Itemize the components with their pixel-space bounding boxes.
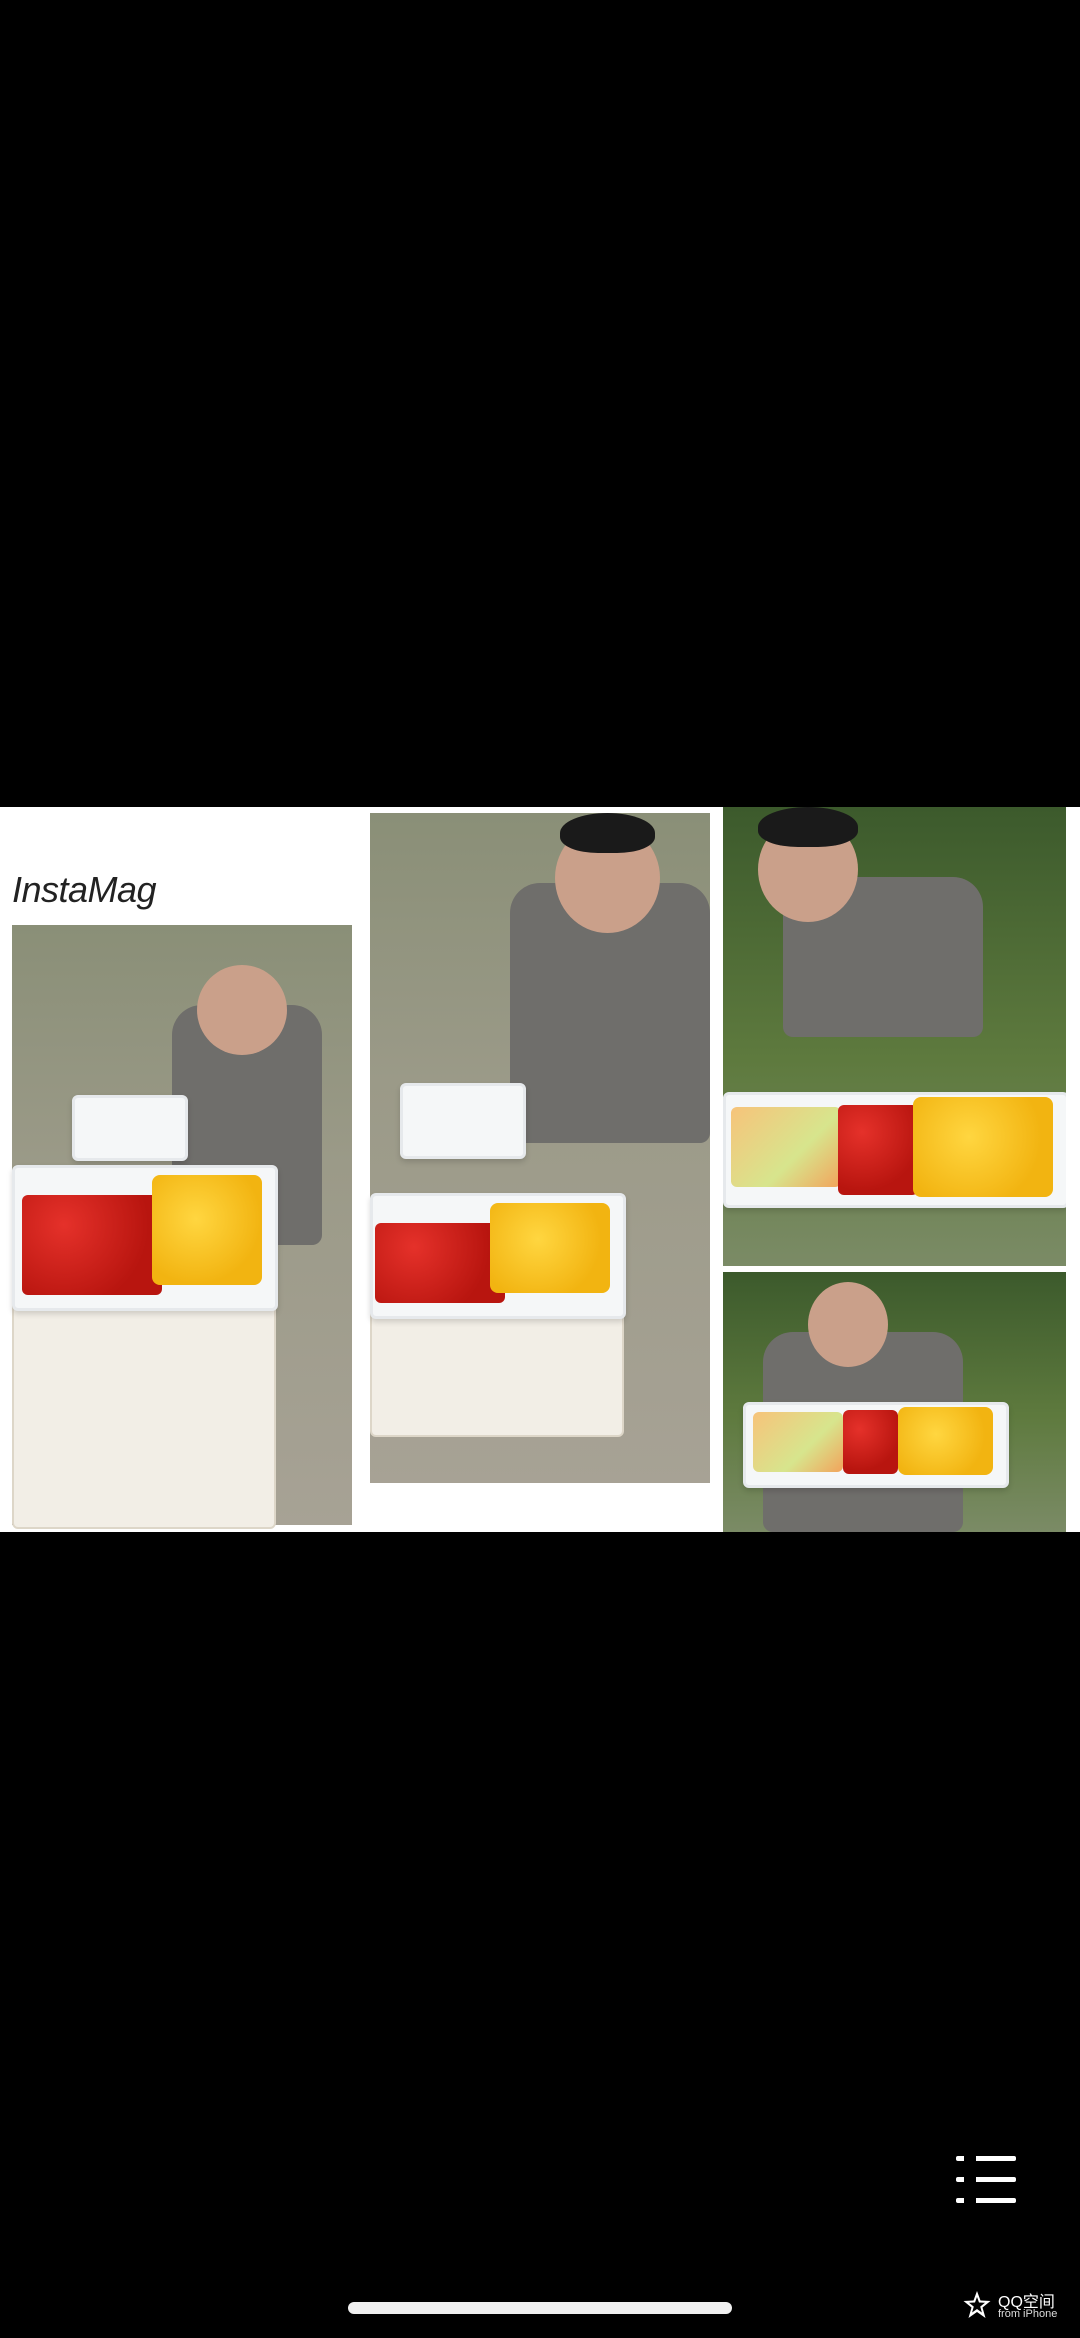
collage-panel-1: InstaMag (0, 807, 358, 1532)
pineapple-pieces (490, 1203, 610, 1293)
qq-zone-watermark: QQ空间 from iPhone (962, 2286, 1072, 2330)
child-head (808, 1282, 888, 1367)
menu-gap (964, 2198, 976, 2203)
empty-tray (400, 1083, 526, 1159)
cherry-tomatoes (375, 1223, 505, 1303)
qq-zone-subtitle: from iPhone (998, 2308, 1058, 2320)
cherry-tomatoes (838, 1105, 918, 1195)
photo-child-packing-fruit (12, 925, 352, 1529)
pineapple-pieces (152, 1175, 262, 1285)
pineapple-pieces (898, 1407, 993, 1475)
collage-panel-4 (723, 1272, 1066, 1532)
pineapple-pieces (913, 1097, 1053, 1197)
menu-gap (964, 2177, 976, 2182)
photo-child-looking-up (370, 813, 710, 1483)
child-hair (560, 813, 655, 853)
cherry-tomatoes (843, 1410, 898, 1474)
image-viewer: InstaMag QQ空间 from iPhone (0, 0, 1080, 2338)
menu-gap (964, 2156, 976, 2161)
collage-brand-label: InstaMag (12, 869, 157, 910)
home-indicator[interactable] (348, 2302, 732, 2314)
cherry-tomatoes (22, 1195, 162, 1295)
empty-tray (72, 1095, 188, 1161)
melon-pieces (753, 1412, 843, 1472)
photo-child-holding-tray (723, 1272, 1066, 1532)
melon-pieces (731, 1107, 841, 1187)
collage-panel-3 (723, 807, 1066, 1266)
collage-panel-2 (365, 807, 717, 1532)
child-head (197, 965, 287, 1055)
photo-child-peace-sign (723, 807, 1066, 1266)
qq-zone-star-icon (963, 2291, 991, 2318)
child-hair (758, 807, 858, 847)
list-menu-icon[interactable] (956, 2156, 1016, 2204)
photo-collage[interactable]: InstaMag (0, 807, 1080, 1532)
